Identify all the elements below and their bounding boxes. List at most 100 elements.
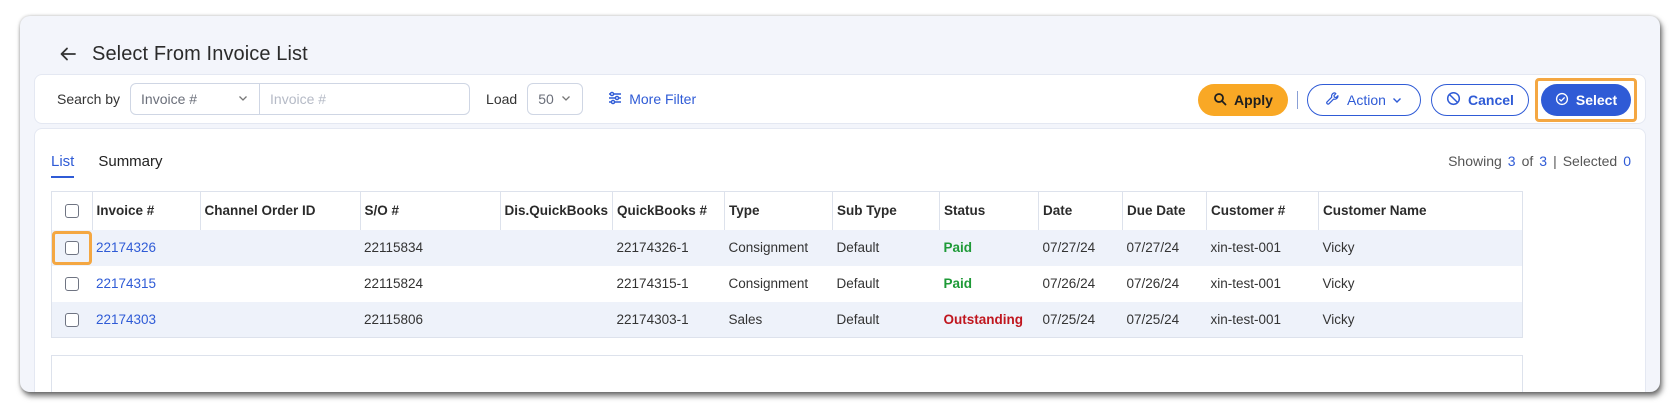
col-so[interactable]: S/O # bbox=[360, 191, 501, 230]
date-cell: 07/25/24 bbox=[1038, 301, 1123, 338]
date-cell: 07/26/24 bbox=[1042, 276, 1096, 291]
row-checkbox[interactable] bbox=[65, 277, 79, 292]
col-customer-name[interactable]: Customer Name bbox=[1319, 192, 1523, 230]
channel-order-id-cell bbox=[200, 266, 360, 302]
cancel-button[interactable]: Cancel bbox=[1431, 84, 1529, 116]
quickbooks-cell: 22174303-1 bbox=[612, 301, 725, 338]
search-field-value: Invoice # bbox=[141, 91, 198, 107]
search-icon bbox=[1213, 92, 1234, 109]
select-all-checkbox[interactable] bbox=[64, 204, 79, 219]
load-value: 50 bbox=[538, 91, 554, 107]
apply-button[interactable]: Apply bbox=[1198, 84, 1288, 116]
row-checkbox-cell bbox=[51, 229, 92, 266]
action-dropdown-button[interactable]: Action bbox=[1307, 84, 1421, 116]
invoice-table: Invoice # Channel Order ID S/O # Dis.Qui… bbox=[51, 191, 1523, 338]
action-buttons: Apply Action Cancel Select bbox=[1198, 75, 1645, 125]
table-row[interactable]: 22174326 22115834 22174326-1 Consignment… bbox=[51, 229, 1523, 266]
quickbooks-cell: 22174326-1 bbox=[612, 229, 725, 266]
so-cell: 22115824 bbox=[364, 276, 424, 291]
so-cell: 22115834 bbox=[360, 229, 500, 266]
col-date[interactable]: Date bbox=[1038, 191, 1124, 230]
tab-list[interactable]: List bbox=[51, 153, 75, 178]
sub-type-cell: Default bbox=[832, 301, 940, 338]
wrench-icon bbox=[1325, 91, 1347, 109]
customer-name-cell: Vicky bbox=[1322, 276, 1355, 291]
table-row[interactable]: 22174303 22115806 22174303-1 Sales Defau… bbox=[51, 301, 1523, 338]
row-checkbox-cell bbox=[51, 301, 92, 338]
back-arrow-icon[interactable] bbox=[56, 42, 80, 66]
quickbooks-cell: 22174315-1 bbox=[616, 276, 689, 291]
channel-order-id-cell bbox=[200, 301, 360, 338]
col-status[interactable]: Status bbox=[939, 191, 1040, 230]
type-cell: Sales bbox=[724, 301, 833, 338]
sliders-icon bbox=[607, 90, 629, 109]
chevron-down-icon bbox=[237, 91, 249, 107]
row-checkbox[interactable] bbox=[65, 312, 79, 327]
row-checkbox-cell bbox=[52, 266, 93, 302]
table-header-row: Invoice # Channel Order ID S/O # Dis.Qui… bbox=[51, 191, 1523, 230]
total-count: 3 bbox=[1539, 153, 1548, 169]
invoice-link[interactable]: 22174315 bbox=[96, 276, 156, 291]
results-card: List Summary Showing 3 of 3 | Selected 0… bbox=[34, 128, 1646, 392]
customer-name-cell: Vicky bbox=[1318, 229, 1523, 266]
load-select[interactable]: 50 bbox=[527, 83, 584, 115]
more-filter-label: More Filter bbox=[629, 91, 697, 107]
table-empty-area bbox=[51, 355, 1523, 392]
summary-separator: | bbox=[1553, 153, 1557, 169]
row-checkbox[interactable] bbox=[65, 240, 79, 255]
status-badge: Paid bbox=[943, 276, 973, 291]
selected-count: 0 bbox=[1623, 153, 1631, 169]
due-date-cell: 07/27/24 bbox=[1122, 229, 1207, 266]
more-filter-button[interactable]: More Filter bbox=[607, 90, 696, 109]
dis-quickbooks-cell bbox=[500, 229, 613, 266]
invoice-link[interactable]: 22174303 bbox=[96, 312, 156, 327]
ban-icon bbox=[1446, 91, 1468, 109]
sub-type-cell: Default bbox=[832, 229, 940, 266]
selection-summary: Showing 3 of 3 | Selected 0 bbox=[1448, 153, 1631, 169]
selected-label: Selected bbox=[1562, 153, 1618, 169]
view-tabs: List Summary bbox=[51, 153, 163, 178]
row-checkbox-highlight bbox=[52, 230, 92, 265]
sub-type-cell: Default bbox=[836, 276, 880, 291]
col-dis-quickbooks[interactable]: Dis.QuickBooks bbox=[500, 191, 614, 230]
search-field-select[interactable]: Invoice # bbox=[130, 83, 261, 115]
col-due-date[interactable]: Due Date bbox=[1122, 191, 1208, 230]
select-all-cell bbox=[51, 191, 93, 230]
customer-no-cell: xin-test-001 bbox=[1206, 301, 1319, 338]
load-label: Load bbox=[486, 91, 518, 107]
select-label: Select bbox=[1575, 92, 1618, 108]
col-type[interactable]: Type bbox=[724, 191, 834, 230]
of-label: of bbox=[1521, 153, 1534, 169]
customer-no-cell: xin-test-001 bbox=[1206, 229, 1319, 266]
col-channel-order-id[interactable]: Channel Order ID bbox=[200, 191, 361, 230]
apply-label: Apply bbox=[1234, 92, 1273, 108]
so-cell: 22115806 bbox=[360, 301, 500, 338]
page-title: Select From Invoice List bbox=[92, 42, 308, 65]
search-by-label: Search by bbox=[57, 91, 121, 107]
page-header: Select From Invoice List bbox=[56, 36, 308, 72]
type-cell: Consignment bbox=[724, 229, 833, 266]
dialog-window: Select From Invoice List Search by Invoi… bbox=[20, 16, 1660, 392]
tab-summary[interactable]: Summary bbox=[98, 153, 162, 178]
customer-no-cell: xin-test-001 bbox=[1210, 276, 1282, 291]
dis-quickbooks-cell bbox=[500, 266, 613, 302]
channel-order-id-cell bbox=[200, 229, 360, 266]
action-label: Action bbox=[1347, 92, 1386, 108]
divider bbox=[1297, 91, 1298, 109]
col-quickbooks[interactable]: QuickBooks # bbox=[612, 191, 726, 230]
col-invoice[interactable]: Invoice # bbox=[92, 191, 201, 230]
col-sub-type[interactable]: Sub Type bbox=[832, 191, 941, 230]
showing-label: Showing bbox=[1448, 153, 1502, 169]
search-input[interactable] bbox=[260, 83, 471, 115]
select-button[interactable]: Select bbox=[1541, 84, 1631, 116]
status-badge: Outstanding bbox=[943, 311, 1024, 327]
dis-quickbooks-cell bbox=[500, 301, 613, 338]
invoice-link[interactable]: 22174326 bbox=[96, 240, 156, 255]
table-row[interactable]: 22174315 22115824 22174315-1 Consignment… bbox=[52, 266, 1523, 302]
status-badge: Paid bbox=[943, 240, 973, 255]
cancel-label: Cancel bbox=[1468, 92, 1514, 108]
date-cell: 07/27/24 bbox=[1038, 229, 1123, 266]
col-customer-no[interactable]: Customer # bbox=[1206, 191, 1320, 230]
customer-name-cell: Vicky bbox=[1318, 301, 1523, 338]
check-circle-icon bbox=[1555, 92, 1576, 109]
